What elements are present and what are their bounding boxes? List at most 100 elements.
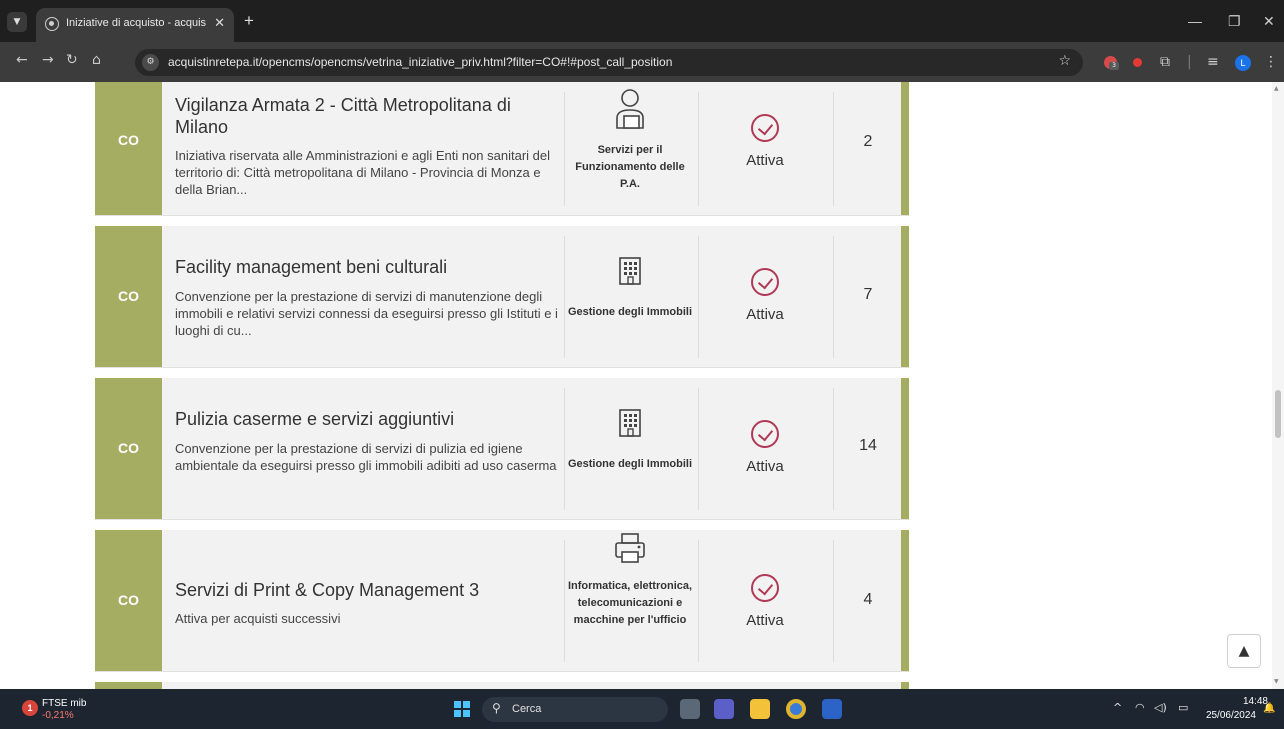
windows-taskbar: 1 FTSE mib -0,21% ⚲ Cerca ^ ◠ ◁) ▭ 14:48… bbox=[0, 689, 1284, 729]
card-category: Servizi per il Funzionamento delle P.A. bbox=[575, 144, 685, 190]
card-type-label: CO bbox=[118, 592, 139, 608]
browser-toolbar: ← → ↻ ⌂ ⚙ acquistinretepa.it/opencms/ope… bbox=[0, 42, 1284, 82]
reading-list-icon[interactable]: ≡ bbox=[1207, 54, 1219, 70]
scrollbar-thumb[interactable] bbox=[1275, 390, 1281, 438]
windows-start-icon[interactable] bbox=[454, 701, 470, 717]
bookmark-star-icon[interactable]: ☆ bbox=[1058, 53, 1071, 69]
card-category: Gestione degli Immobili bbox=[567, 458, 693, 470]
card-title[interactable]: Vigilanza Armata 2 - Città Metropolitana… bbox=[175, 94, 565, 138]
taskbar-search-box[interactable]: ⚲ Cerca bbox=[482, 697, 668, 722]
card-type-label: CO bbox=[118, 288, 139, 304]
printer-icon bbox=[564, 532, 696, 568]
initiative-card[interactable] bbox=[95, 682, 909, 689]
address-bar[interactable]: ⚙ acquistinretepa.it/opencms/opencms/vet… bbox=[135, 49, 1083, 76]
page-content: CO Vigilanza Armata 2 - Città Metropolit… bbox=[0, 82, 1284, 689]
initiative-card[interactable]: CO Servizi di Print & Copy Management 3 … bbox=[95, 530, 909, 672]
show-hidden-icons-chevron-icon[interactable]: ^ bbox=[1113, 701, 1122, 714]
card-count: 7 bbox=[863, 286, 873, 303]
browser-tab-bar: ▼ Iniziative di acquisto - acquistin ✕ +… bbox=[0, 0, 1284, 42]
card-accent-bar bbox=[901, 82, 909, 215]
tab-search-button[interactable]: ▼ bbox=[7, 12, 27, 32]
extensions-puzzle-icon[interactable]: ⧉ bbox=[1160, 54, 1170, 70]
battery-icon[interactable]: ▭ bbox=[1178, 701, 1188, 714]
column-divider bbox=[698, 236, 699, 358]
search-placeholder[interactable]: Cerca bbox=[512, 703, 541, 715]
column-divider bbox=[564, 388, 565, 510]
word-icon[interactable] bbox=[822, 699, 842, 719]
card-type-label: CO bbox=[118, 440, 139, 456]
initiative-card[interactable]: CO Vigilanza Armata 2 - Città Metropolit… bbox=[95, 82, 909, 216]
card-description: Convenzione per la prestazione di serviz… bbox=[175, 289, 558, 338]
card-description: Convenzione per la prestazione di serviz… bbox=[175, 441, 557, 473]
profile-avatar[interactable]: L bbox=[1235, 55, 1251, 71]
column-divider bbox=[698, 388, 699, 510]
url-text[interactable]: acquistinretepa.it/opencms/opencms/vetri… bbox=[168, 55, 672, 69]
browser-tab[interactable]: Iniziative di acquisto - acquistin ✕ bbox=[36, 8, 234, 42]
close-tab-icon[interactable]: ✕ bbox=[214, 15, 225, 31]
status-check-icon bbox=[751, 420, 779, 448]
card-status: Attiva bbox=[746, 306, 784, 323]
back-arrow-icon[interactable]: ← bbox=[16, 52, 28, 68]
site-favicon-icon bbox=[45, 17, 59, 31]
card-category: Informatica, elettronica, telecomunicazi… bbox=[567, 580, 693, 626]
minimize-icon[interactable]: — bbox=[1188, 13, 1202, 29]
recording-icon[interactable] bbox=[1133, 58, 1142, 67]
notification-bell-icon[interactable]: 🔔 bbox=[1263, 703, 1275, 714]
stock-widget-icon[interactable]: 1 bbox=[22, 700, 38, 716]
card-type-tag bbox=[95, 682, 162, 689]
clock-date[interactable]: 25/06/2024 bbox=[1200, 710, 1256, 721]
card-accent-bar bbox=[901, 226, 909, 367]
card-title[interactable]: Facility management beni culturali bbox=[175, 256, 565, 278]
wifi-icon[interactable]: ◠ bbox=[1135, 701, 1145, 714]
card-type-tag: CO bbox=[95, 226, 162, 367]
card-count: 14 bbox=[859, 437, 877, 454]
card-description: Attiva per acquisti successivi bbox=[175, 611, 341, 626]
card-title[interactable]: Servizi di Print & Copy Management 3 bbox=[175, 579, 565, 601]
teams-icon[interactable] bbox=[714, 699, 734, 719]
close-window-icon[interactable]: ✕ bbox=[1263, 13, 1275, 30]
card-accent-bar bbox=[901, 378, 909, 519]
card-category: Gestione degli Immobili bbox=[567, 306, 693, 318]
extension-badge: 3 bbox=[1109, 62, 1119, 70]
tab-title: Iniziative di acquisto - acquistin bbox=[66, 17, 206, 29]
column-divider bbox=[564, 236, 565, 358]
browser-menu-icon[interactable]: ⋮ bbox=[1264, 54, 1278, 70]
card-status: Attiva bbox=[746, 152, 784, 169]
home-icon[interactable]: ⌂ bbox=[92, 52, 101, 68]
initiative-card[interactable]: CO Pulizia caserme e servizi aggiuntivi … bbox=[95, 378, 909, 520]
card-count: 4 bbox=[863, 591, 873, 608]
file-explorer-icon[interactable] bbox=[750, 699, 770, 719]
task-view-icon[interactable] bbox=[680, 699, 700, 719]
status-check-icon bbox=[751, 574, 779, 602]
card-title[interactable]: Pulizia caserme e servizi aggiuntivi bbox=[175, 408, 565, 430]
card-type-tag: CO bbox=[95, 530, 162, 671]
reload-icon[interactable]: ↻ bbox=[66, 52, 78, 68]
search-icon: ⚲ bbox=[492, 701, 501, 715]
initiative-card[interactable]: CO Facility management beni culturali Co… bbox=[95, 226, 909, 368]
back-to-top-button[interactable]: ▲ bbox=[1227, 634, 1261, 668]
clock-time[interactable]: 14:48 bbox=[1226, 696, 1268, 707]
restore-icon[interactable]: ❐ bbox=[1228, 13, 1241, 30]
new-tab-button[interactable]: + bbox=[244, 11, 254, 31]
chrome-icon[interactable] bbox=[786, 699, 806, 719]
chevron-up-icon: ▲ bbox=[1238, 643, 1250, 659]
scroll-up-arrow-icon[interactable]: ▲ bbox=[1274, 85, 1279, 92]
card-type-tag: CO bbox=[95, 82, 162, 215]
stock-widget-value[interactable]: -0,21% bbox=[42, 710, 74, 721]
building-icon bbox=[564, 256, 696, 290]
column-divider bbox=[698, 92, 699, 206]
toolbar-separator: | bbox=[1187, 54, 1192, 70]
status-check-icon bbox=[751, 114, 779, 142]
scroll-down-arrow-icon[interactable]: ▼ bbox=[1274, 678, 1279, 685]
card-type-label: CO bbox=[118, 132, 139, 148]
volume-icon[interactable]: ◁) bbox=[1154, 701, 1167, 714]
card-count: 2 bbox=[863, 133, 873, 150]
page-scrollbar[interactable]: ▲ ▼ bbox=[1272, 82, 1284, 689]
status-check-icon bbox=[751, 268, 779, 296]
card-accent-bar bbox=[901, 682, 909, 689]
site-info-icon[interactable]: ⚙ bbox=[142, 54, 159, 71]
card-status: Attiva bbox=[746, 612, 784, 629]
column-divider bbox=[698, 540, 699, 662]
stock-widget-name[interactable]: FTSE mib bbox=[42, 698, 86, 709]
forward-arrow-icon[interactable]: → bbox=[42, 52, 54, 68]
